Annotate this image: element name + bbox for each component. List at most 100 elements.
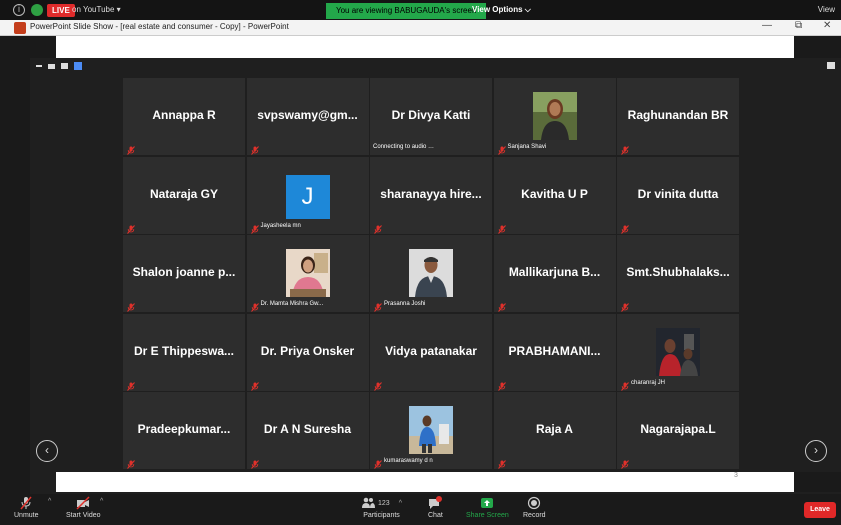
participant-tile[interactable]: Dr E Thippeswa... <box>123 313 245 391</box>
muted-mic-icon <box>250 142 259 155</box>
muted-mic-icon <box>127 299 135 312</box>
muted-mic-icon <box>621 299 629 312</box>
muted-mic-icon <box>250 378 259 391</box>
participant-tile[interactable]: Annappa R <box>123 78 245 155</box>
muted-mic-icon <box>127 456 135 469</box>
participant-name: Kavitha U P <box>521 186 588 201</box>
shared-slide-bottom <box>56 472 794 492</box>
participant-tile[interactable]: Dr. Priya Onsker <box>246 313 369 391</box>
participant-tile[interactable]: Pradeepkumar... <box>123 392 245 469</box>
participant-tile[interactable]: kumaraswamy d n <box>370 392 492 469</box>
top-strip: i LIVE on YouTube ▾ You are viewing BABU… <box>0 0 841 20</box>
chat-label: Chat <box>428 512 443 519</box>
participant-label: Jayasheela mn <box>260 222 301 229</box>
participant-tile[interactable]: Nagarajapa.L <box>617 392 739 469</box>
participant-tile[interactable]: Sanjana Shavi <box>493 78 616 155</box>
next-page-button[interactable]: › <box>805 440 827 462</box>
speaker-view-icon[interactable] <box>48 63 55 69</box>
participant-name: Dr. Priya Onsker <box>260 343 355 358</box>
participant-tile[interactable]: Dr Divya Katti Connecting to audio … <box>370 78 492 155</box>
participant-name: Raja A <box>536 422 573 436</box>
security-shield-icon[interactable] <box>31 4 43 16</box>
leave-button[interactable]: Leave <box>804 502 836 518</box>
participant-tile[interactable]: svpswamy@gm... <box>246 78 369 155</box>
participant-tile[interactable]: Kavitha U P <box>493 156 616 234</box>
audio-options-caret-icon[interactable]: ^ <box>48 498 51 505</box>
participant-tile[interactable]: Nataraja GY <box>123 156 245 234</box>
info-icon[interactable]: i <box>13 4 25 16</box>
participant-name: Nagarajapa.L <box>640 422 716 436</box>
share-screen-button[interactable]: Share Screen <box>466 496 509 519</box>
side-by-side-icon[interactable] <box>61 63 68 69</box>
view-button[interactable]: View <box>818 5 835 14</box>
share-screen-label: Share Screen <box>466 512 509 519</box>
participant-tile[interactable]: Raghunandan BR <box>617 78 739 155</box>
previous-page-button[interactable]: ‹ <box>36 440 58 462</box>
participant-tile[interactable]: Dr A N Suresha <box>246 392 369 469</box>
participant-name: Annappa R <box>152 108 216 122</box>
close-button[interactable]: ✕ <box>823 20 831 31</box>
participant-name: sharanayya hire... <box>380 186 482 201</box>
participants-label: Participants <box>363 512 400 519</box>
powerpoint-title-bar: PowerPoint Slide Show - [real estate and… <box>0 20 841 36</box>
participant-tile[interactable]: Dr. Mamta Mishra Gw... <box>246 235 369 312</box>
participant-tile[interactable]: sharanayya hire... <box>370 156 492 234</box>
share-screen-icon <box>481 498 494 508</box>
participants-caret-icon[interactable]: ^ <box>399 500 402 507</box>
muted-mic-icon <box>497 456 506 469</box>
muted-mic-icon <box>127 378 135 391</box>
participant-name: svpswamy@gm... <box>257 108 358 122</box>
participant-tile[interactable]: Mallikarjuna B... <box>493 235 616 312</box>
record-button[interactable]: Record <box>523 496 546 519</box>
muted-mic-icon <box>374 221 382 234</box>
slide-margin <box>794 472 841 492</box>
muted-mic-icon <box>621 456 629 469</box>
viewing-screen-banner: You are viewing BABUGAUDA's screen <box>326 3 487 19</box>
minimize-view-icon[interactable] <box>36 65 42 67</box>
restore-button[interactable]: ⧉ <box>795 20 802 31</box>
meeting-toolbar: Unmute ^ Start Video ^ 123 ^ Participant… <box>0 494 841 525</box>
participant-tile[interactable]: Smt.Shubhalaks... <box>617 235 739 312</box>
exit-fullscreen-icon[interactable] <box>827 62 835 69</box>
participant-name: Pradeepkumar... <box>137 422 231 436</box>
muted-mic-icon <box>127 142 135 155</box>
connecting-audio-status: Connecting to audio … <box>373 144 435 150</box>
minimize-button[interactable]: — <box>762 20 772 31</box>
muted-mic-icon <box>374 456 382 469</box>
participant-name: Mallikarjuna B... <box>508 265 601 279</box>
layout-controls <box>36 62 82 70</box>
participant-grid: Annappa R svpswamy@gm... Dr Divya Katti Con… <box>123 78 740 472</box>
participant-tile[interactable]: Raja A <box>493 392 616 469</box>
chat-button[interactable]: Chat <box>428 496 443 519</box>
gallery-view-icon[interactable] <box>74 62 82 70</box>
muted-mic-icon <box>374 378 382 391</box>
participants-icon <box>362 497 375 508</box>
participant-tile[interactable]: Dr vinita dutta <box>617 156 739 234</box>
powerpoint-icon <box>14 22 26 34</box>
muted-mic-icon <box>250 456 259 469</box>
muted-mic-icon <box>250 221 259 234</box>
participant-tile[interactable]: Prasanna Joshi <box>370 235 492 312</box>
record-label: Record <box>523 512 546 519</box>
video-off-icon <box>76 496 90 510</box>
youtube-stream-menu[interactable]: on YouTube ▾ <box>72 5 121 14</box>
participant-tile[interactable]: charanraj JH <box>617 313 739 391</box>
view-options-button[interactable]: View Options ⌵ <box>472 5 531 15</box>
participant-tile[interactable]: PRABHAMANI... <box>493 313 616 391</box>
participant-name: Dr vinita dutta <box>637 186 719 201</box>
muted-mic-icon <box>621 142 629 155</box>
window-title: PowerPoint Slide Show - [real estate and… <box>30 22 289 31</box>
participant-tile[interactable]: Shalon joanne p... <box>123 235 245 312</box>
woman-office-photo <box>285 249 330 297</box>
unmute-button[interactable]: Unmute <box>14 496 39 519</box>
muted-mic-icon <box>621 221 629 234</box>
participant-tile[interactable]: Vidya patanakar <box>370 313 492 391</box>
video-options-caret-icon[interactable]: ^ <box>100 498 103 505</box>
avatar: J <box>285 174 330 219</box>
participant-label: Prasanna Joshi <box>384 301 426 307</box>
participants-button[interactable]: 123 ^ Participants <box>361 496 402 519</box>
participant-name: Nataraja GY <box>149 186 219 201</box>
start-video-button[interactable]: Start Video <box>66 496 101 519</box>
live-badge[interactable]: LIVE <box>47 4 75 17</box>
participant-tile[interactable]: J Jayasheela mn <box>246 156 369 234</box>
